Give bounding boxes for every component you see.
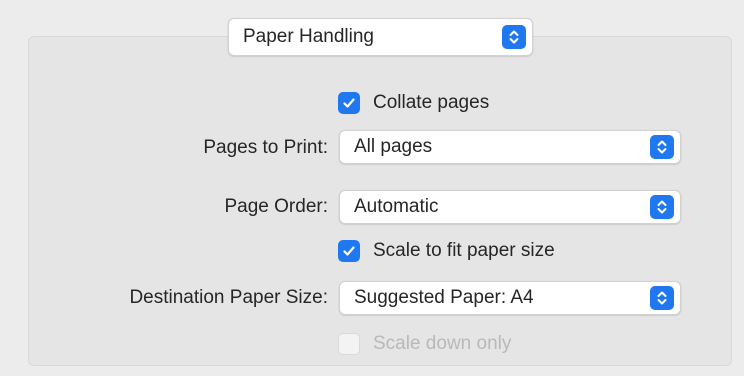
- page-order-popup[interactable]: Automatic: [339, 190, 681, 224]
- scale-to-fit-checkbox-row[interactable]: Scale to fit paper size: [338, 240, 555, 262]
- destination-paper-size-label: Destination Paper Size:: [129, 287, 328, 308]
- section-popup-label: Paper Handling: [243, 26, 374, 47]
- chevron-up-down-icon: [650, 195, 674, 219]
- pages-to-print-popup[interactable]: All pages: [339, 130, 681, 164]
- scale-down-only-checkbox[interactable]: [338, 333, 360, 355]
- page-order-value: Automatic: [354, 196, 439, 217]
- collate-pages-label: Collate pages: [373, 92, 490, 113]
- pages-to-print-value: All pages: [354, 136, 433, 157]
- destination-paper-size-value: Suggested Paper: A4: [354, 287, 534, 308]
- chevron-up-down-icon: [502, 25, 526, 49]
- collate-pages-checkbox-row[interactable]: Collate pages: [338, 92, 489, 114]
- destination-paper-size-popup[interactable]: Suggested Paper: A4: [339, 281, 681, 315]
- checkmark-icon: [343, 246, 355, 256]
- pages-to-print-label: Pages to Print:: [203, 137, 328, 158]
- chevron-up-down-icon: [650, 286, 674, 310]
- chevron-up-down-icon: [650, 135, 674, 159]
- scale-to-fit-checkbox[interactable]: [338, 240, 360, 262]
- scale-down-only-label: Scale down only: [373, 333, 512, 354]
- page-order-label: Page Order:: [224, 196, 329, 217]
- scale-down-only-checkbox-row[interactable]: Scale down only: [338, 333, 511, 355]
- collate-pages-checkbox[interactable]: [338, 92, 360, 114]
- section-popup-button[interactable]: Paper Handling: [228, 18, 533, 56]
- checkmark-icon: [343, 98, 355, 108]
- scale-to-fit-label: Scale to fit paper size: [373, 240, 555, 261]
